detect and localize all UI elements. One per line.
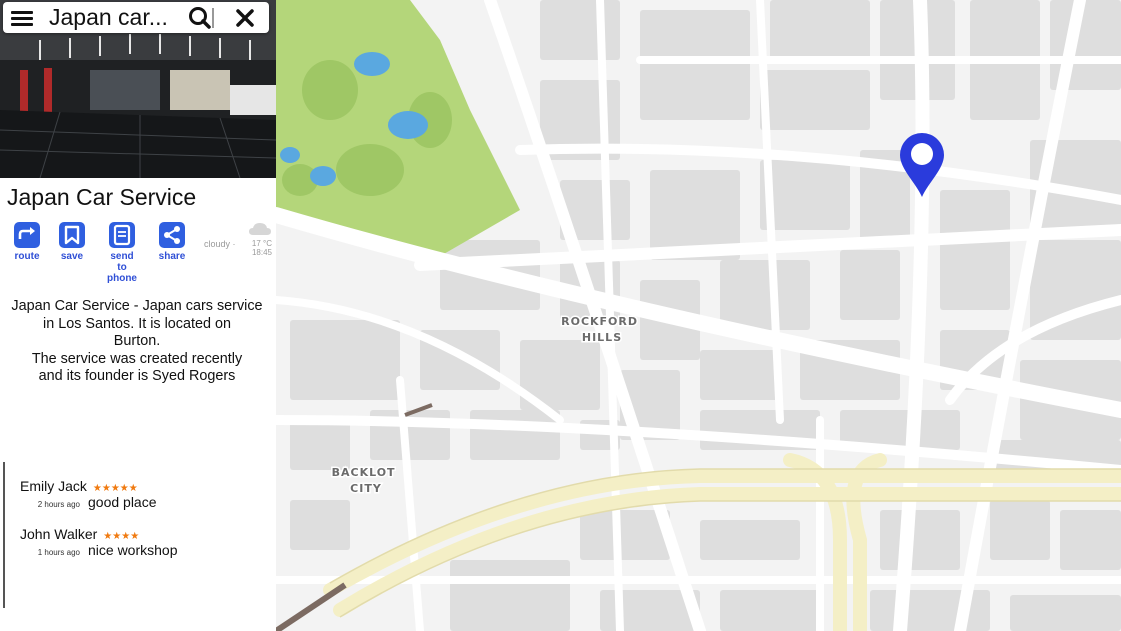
- description-line: Burton.: [113, 333, 161, 349]
- weather-condition: cloudy ·: [204, 239, 236, 249]
- description-line: The service was created recently: [31, 350, 243, 367]
- description-line: in Los Santos. It is located on: [43, 315, 231, 332]
- save-label: save: [60, 251, 84, 262]
- save-button[interactable]: save: [52, 222, 92, 262]
- menu-icon[interactable]: [11, 8, 33, 28]
- send-to-phone-label: send to phone: [107, 251, 137, 284]
- search-icon[interactable]: [187, 6, 215, 30]
- review-text: nice workshop: [88, 542, 178, 558]
- description-line: Japan Car Service - Japan cars service: [11, 298, 263, 314]
- phone-icon: [109, 222, 135, 248]
- review-time: 1 hours ago: [37, 548, 80, 557]
- bookmark-icon: [59, 222, 85, 248]
- weather-temperature: 17 °C: [251, 239, 272, 248]
- send-to-phone-button[interactable]: send to phone: [102, 222, 142, 284]
- route-button[interactable]: route: [7, 222, 47, 262]
- share-button[interactable]: share: [152, 222, 192, 262]
- search-bar: [3, 2, 269, 33]
- weather-time: 18:45: [251, 248, 272, 257]
- review-author: John Walker: [20, 526, 98, 542]
- place-panel: Japan Car Service route save sendto phon…: [0, 0, 276, 631]
- reviews-scrollbar[interactable]: [3, 462, 5, 608]
- share-icon: [159, 222, 185, 248]
- close-icon[interactable]: [232, 6, 258, 30]
- place-description: Japan Car Service - Japan cars service i…: [4, 298, 270, 386]
- weather-widget: cloudy · 17 °C 18:45: [200, 222, 274, 262]
- review-item: Emily Jack ★★★★★ 2 hours ago good place: [20, 478, 157, 512]
- share-label: share: [158, 251, 186, 262]
- cloud-icon: [249, 223, 271, 235]
- review-author: Emily Jack: [20, 478, 87, 494]
- route-label: route: [14, 251, 40, 262]
- route-icon: [14, 222, 40, 248]
- review-time: 2 hours ago: [37, 500, 80, 509]
- description-line: and its founder is Syed Rogers: [38, 368, 236, 384]
- search-input[interactable]: [49, 4, 181, 31]
- place-title: Japan Car Service: [7, 184, 197, 210]
- review-item: John Walker ★★★★ 1 hours ago nice workshop: [20, 526, 178, 560]
- review-stars: ★★★★: [103, 531, 140, 542]
- review-stars: ★★★★★: [92, 483, 138, 494]
- review-text: good place: [88, 494, 157, 510]
